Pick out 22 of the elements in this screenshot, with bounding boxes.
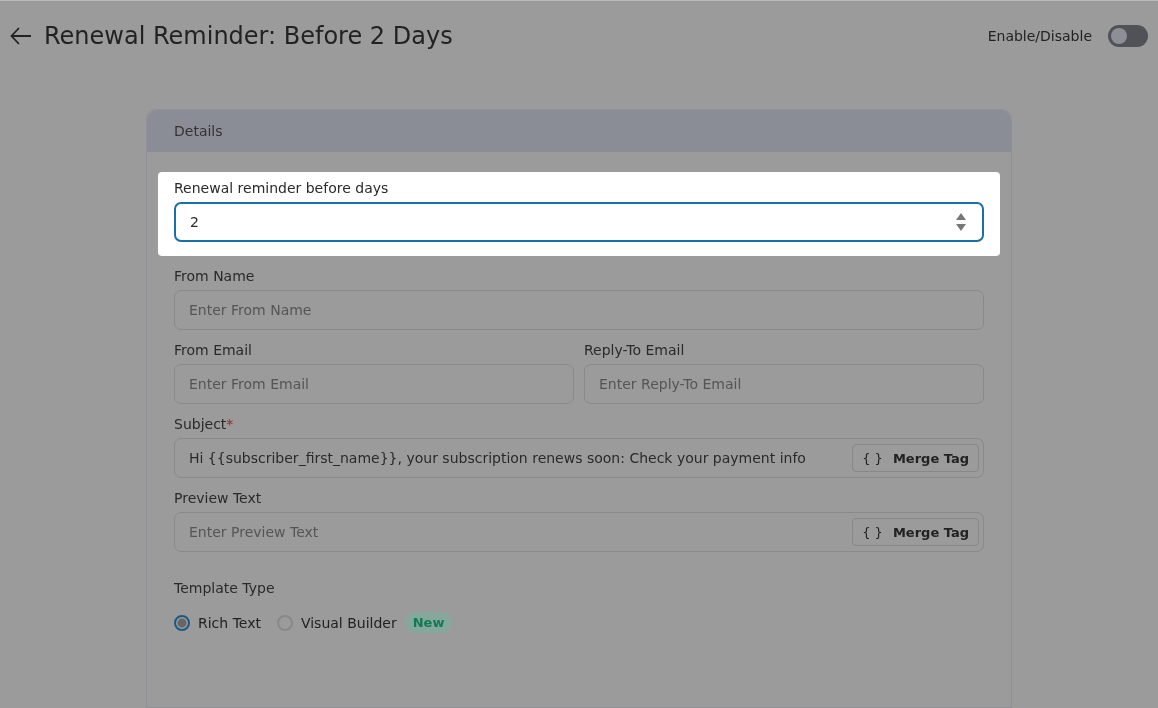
field-label: Subject*: [174, 416, 235, 432]
field-label: From Email: [174, 342, 253, 358]
field-label: Reply-To Email: [584, 342, 686, 358]
card-header: Details: [147, 110, 1011, 152]
radio-label[interactable]: Visual Builder: [300, 614, 397, 631]
spinner-icon[interactable]: [956, 212, 966, 232]
radio-button[interactable]: [174, 614, 190, 631]
radio-label[interactable]: Rich Text: [198, 614, 261, 631]
field-label: Renewal reminder before days: [174, 180, 390, 196]
new-badge: New: [404, 612, 453, 633]
back-arrow-icon[interactable]: [10, 27, 32, 45]
input-field[interactable]: Hi {{subscriber_first_name}}, your subscription renews soon: Check your payment info { } Merge Tag: [174, 438, 984, 478]
enable-toggle[interactable]: [1108, 25, 1148, 47]
field-label: Template Type: [174, 580, 276, 596]
field-label: From Name: [174, 268, 256, 284]
merge-tag-button[interactable]: { } Merge Tag: [852, 444, 979, 472]
toggle-label: Enable/Disable: [987, 28, 1092, 44]
merge-tag-button[interactable]: { } Merge Tag: [852, 518, 979, 546]
number-field[interactable]: 2: [174, 202, 984, 242]
field-label: Preview Text: [174, 490, 263, 506]
input-field[interactable]: Enter Preview Text { } Merge Tag: [174, 512, 984, 552]
page-title: Renewal Reminder: Before 2 Days: [44, 22, 453, 50]
